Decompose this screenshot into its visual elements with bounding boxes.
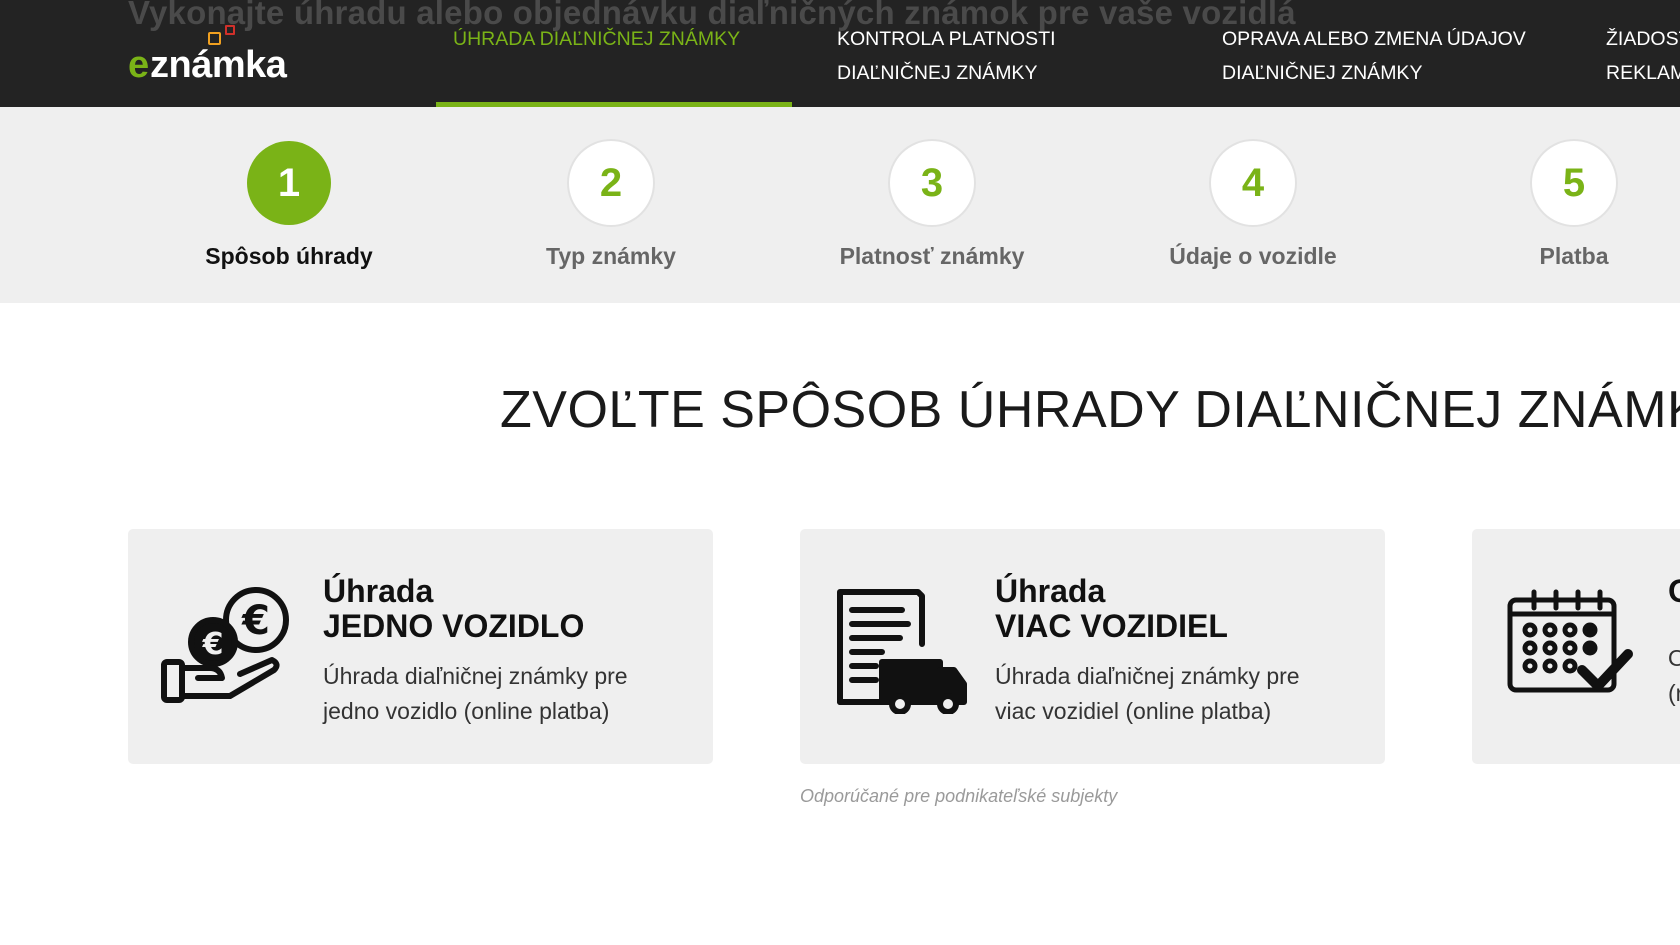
step-platba[interactable]: 5 Platba [1424, 107, 1680, 303]
step-typ-znamky[interactable]: 2 Typ známky [461, 107, 761, 303]
nav-oprava-line2: DIAĽNIČNEJ ZNÁMKY [1222, 62, 1423, 84]
document-truck-icon [830, 584, 970, 715]
site-header: Vykonajte úhradu alebo objednávku diaľni… [0, 0, 1680, 107]
calendar-check-icon [1504, 584, 1644, 714]
card-description: Úhrada diaľničnej známky pre jedno vozid… [323, 659, 628, 729]
card-title: Úhrada VIAC VOZIDIEL [995, 574, 1228, 644]
nav-kontrola-line2: DIAĽNIČNEJ ZNÁMKY [837, 62, 1038, 84]
card-desc-line1: O [1668, 645, 1680, 671]
card-title-line2: VIAC VOZIDIEL [995, 608, 1228, 644]
step-number: 4 [1211, 141, 1295, 225]
nav-kontrola-platnosti[interactable]: KONTROLA PLATNOSTI DIAĽNIČNEJ ZNÁMKY [837, 22, 1056, 90]
step-number: 2 [569, 141, 653, 225]
logo-prefix: e [128, 44, 150, 86]
step-platnost-znamky[interactable]: 3 Platnosť známky [782, 107, 1082, 303]
nav-uhrada-line1: ÚHRADA DIAĽNIČNEJ ZNÁMKY [453, 28, 741, 50]
card-desc-line1: Úhrada diaľničnej známky pre [323, 663, 628, 689]
card-title: Úhrada JEDNO VOZIDLO [323, 574, 584, 644]
nav-oprava-zmena[interactable]: OPRAVA ALEBO ZMENA ÚDAJOV DIAĽNIČNEJ ZNÁ… [1222, 22, 1526, 90]
card-title-line1: Úhrada [995, 573, 1106, 609]
card-description: O (r [1668, 641, 1680, 711]
step-number: 1 [247, 141, 331, 225]
eznamka-logo[interactable]: e známka [128, 25, 308, 86]
card-description: Úhrada diaľničnej známky pre viac vozidi… [995, 659, 1300, 729]
card-title: O [1668, 574, 1680, 609]
card-viac-vozidiel[interactable]: Úhrada VIAC VOZIDIEL Úhrada diaľničnej z… [800, 529, 1385, 764]
card-desc-line2: (r [1668, 680, 1680, 706]
card-title-line1: O [1668, 574, 1680, 609]
nav-ziadost-line1: ŽIADOST [1606, 28, 1680, 50]
step-label: Typ známky [546, 243, 676, 269]
nav-kontrola-line1: KONTROLA PLATNOSTI [837, 28, 1056, 50]
progress-steps: 1 Spôsob úhrady 2 Typ známky 3 Platnosť … [0, 107, 1680, 303]
card-desc-line2: jedno vozidlo (online platba) [323, 698, 610, 724]
nav-ziadost-line2: REKLAM [1606, 62, 1680, 84]
step-number: 3 [890, 141, 974, 225]
step-label: Údaje o vozidle [1169, 243, 1337, 269]
logo-square-red [225, 25, 235, 35]
step-label: Platba [1539, 243, 1609, 269]
step-label: Spôsob úhrady [205, 243, 373, 269]
step-udaje-o-vozidle[interactable]: 4 Údaje o vozidle [1103, 107, 1403, 303]
nav-oprava-line1: OPRAVA ALEBO ZMENA ÚDAJOV [1222, 28, 1526, 50]
card-title-line1: Úhrada [323, 573, 434, 609]
svg-text:€: € [241, 598, 270, 644]
nav-uhrada[interactable]: ÚHRADA DIAĽNIČNEJ ZNÁMKY [453, 22, 740, 56]
card-title-line2: JEDNO VOZIDLO [323, 608, 585, 644]
nav-ziadost-reklamacia[interactable]: ŽIADOST REKLAM [1606, 22, 1680, 90]
page-title: ZVOĽTE SPÔSOB ÚHRADY DIAĽNIČNEJ ZNÁMKY [500, 381, 1680, 439]
step-number: 5 [1532, 141, 1616, 225]
card-third-option[interactable]: O O (r [1472, 529, 1680, 764]
step-sposob-uhrady[interactable]: 1 Spôsob úhrady [139, 107, 439, 303]
hand-coins-euro-icon: € € [158, 584, 298, 714]
card-desc-line2: viac vozidiel (online platba) [995, 698, 1272, 724]
step-label: Platnosť známky [839, 243, 1025, 269]
card-jedno-vozidlo[interactable]: € € Úhrada JEDNO VOZIDLO Úhrada diaľničn… [128, 529, 713, 764]
svg-text:€: € [202, 627, 224, 662]
card-desc-line1: Úhrada diaľničnej známky pre [995, 663, 1300, 689]
business-recommendation-note: Odporúčané pre podnikateľské subjekty [800, 786, 1118, 806]
logo-text: známka [150, 44, 287, 86]
